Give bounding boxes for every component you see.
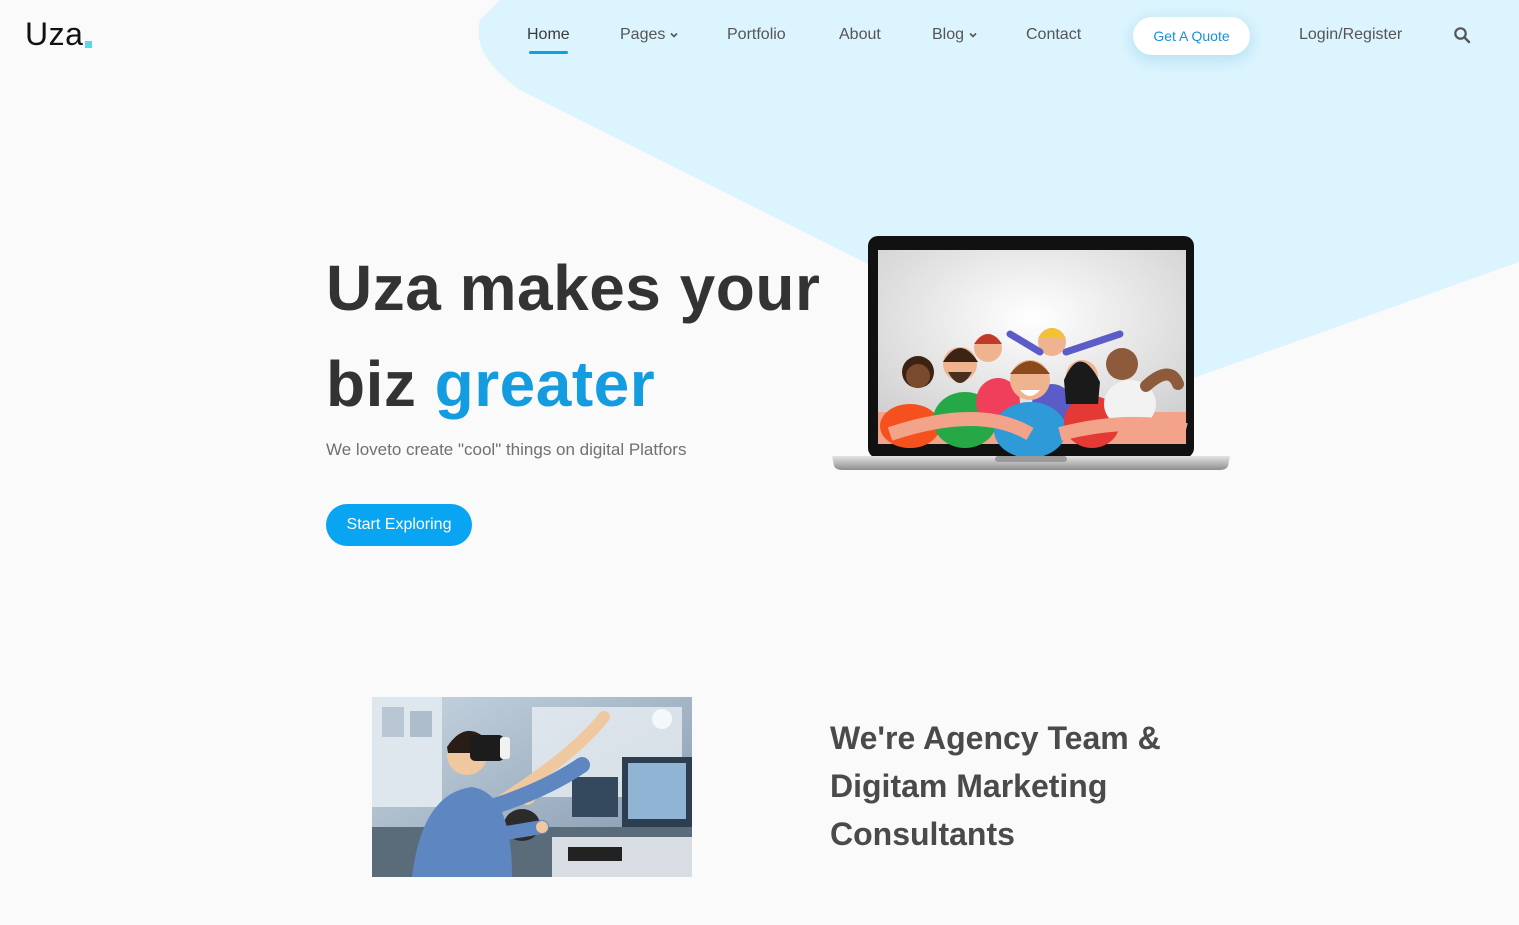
nav-item-home[interactable]: Home [527, 26, 570, 54]
hero-title-accent: greater [434, 348, 656, 420]
about-title: We're Agency Team & Digitam Marketing Co… [830, 720, 1161, 852]
hero-title: Uza makes your biz greater [326, 240, 846, 432]
login-register-label: Login/Register [1299, 26, 1403, 43]
hero-title-line2: biz [326, 348, 435, 420]
nav-item-label: Blog [932, 26, 965, 43]
hero-title-line1: Uza makes your [326, 252, 821, 324]
start-exploring-button[interactable]: Start Exploring [326, 504, 472, 546]
nav-item-label: About [839, 26, 881, 43]
main-nav: Home Pages Portfolio About Blog Contact … [0, 0, 1519, 72]
nav-item-label: Pages [620, 26, 666, 43]
login-register-link[interactable]: Login/Register [1299, 26, 1402, 44]
active-underline [529, 51, 568, 54]
laptop-illustration [832, 236, 1230, 470]
get-a-quote-button[interactable]: Get A Quote [1133, 17, 1250, 55]
nav-item-label: Home [527, 26, 570, 43]
search-icon[interactable] [1453, 26, 1471, 44]
nav-item-about[interactable]: About [839, 26, 881, 44]
nav-item-label: Contact [1026, 26, 1082, 43]
nav-item-contact[interactable]: Contact [1026, 26, 1081, 44]
nav-item-blog[interactable]: Blog [932, 26, 978, 44]
chevron-down-icon [670, 32, 678, 38]
chevron-down-icon [969, 32, 977, 38]
nav-item-label: Portfolio [727, 26, 786, 43]
nav-item-pages[interactable]: Pages [620, 26, 679, 44]
vr-office-photo [372, 697, 692, 877]
hero-background-shape [478, 0, 1519, 390]
hero-subtitle: We loveto create "cool" things on digita… [326, 440, 687, 459]
nav-item-portfolio[interactable]: Portfolio [727, 26, 786, 44]
